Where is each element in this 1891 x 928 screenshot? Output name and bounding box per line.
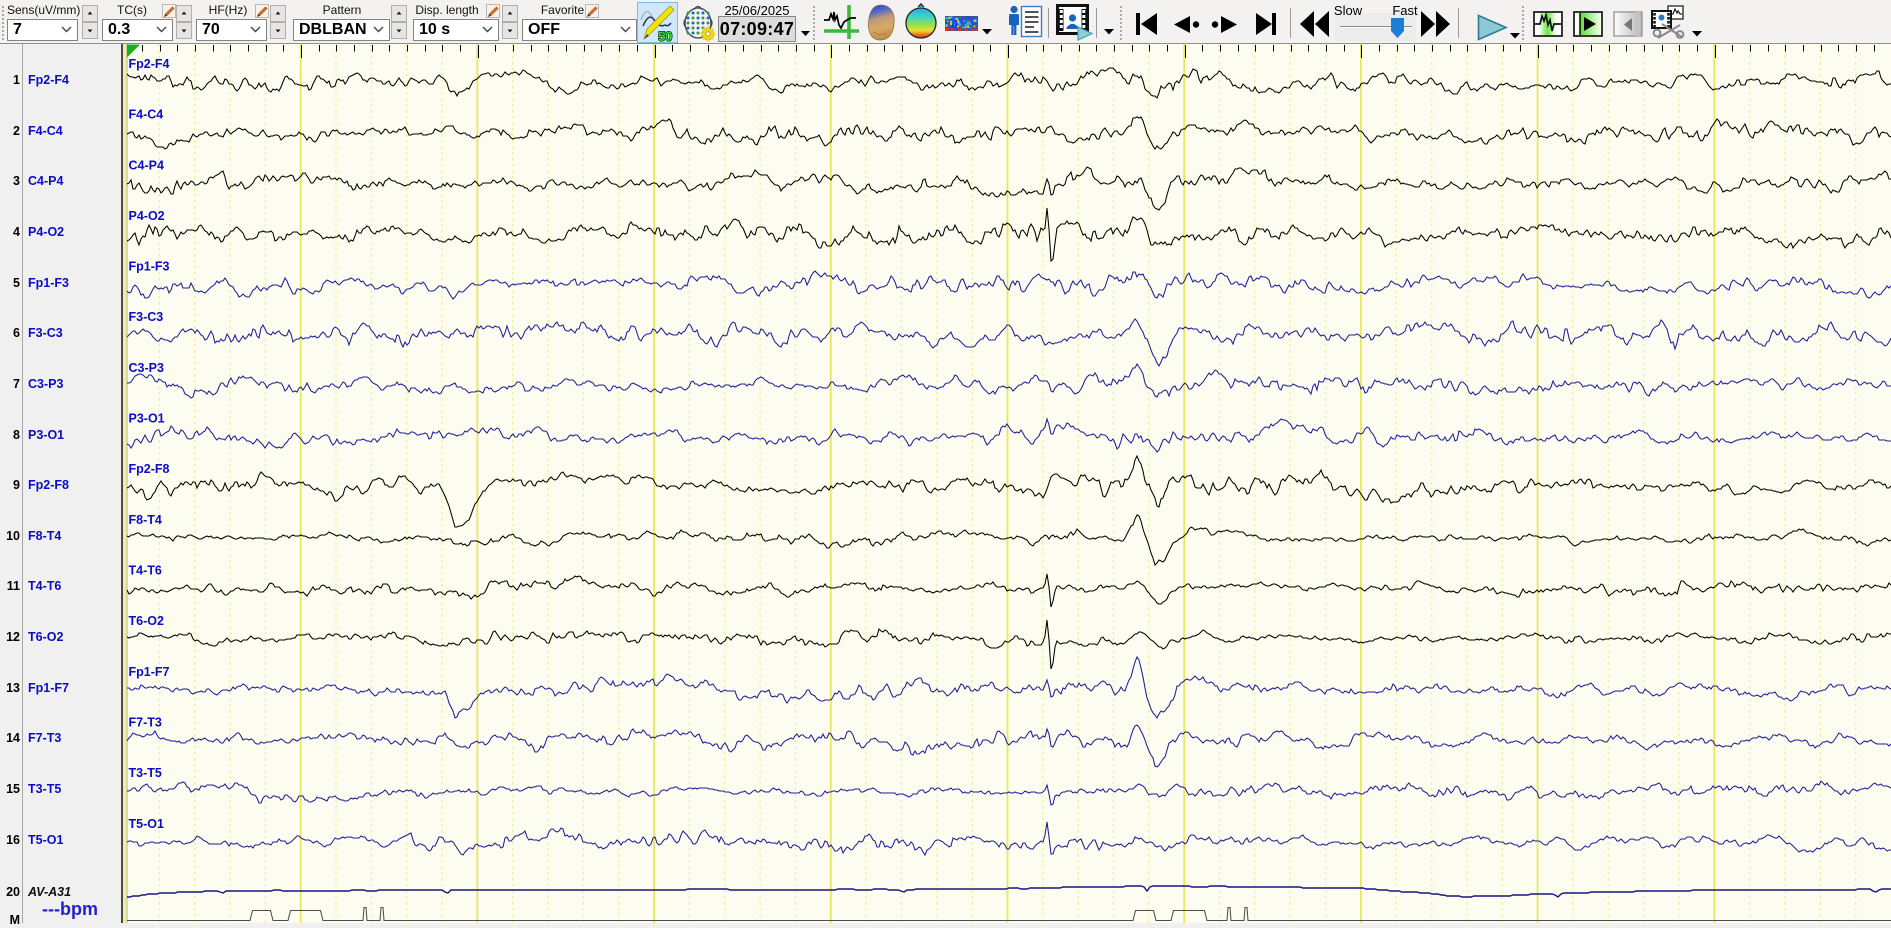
- svg-text:Fp1-F3: Fp1-F3: [129, 260, 170, 274]
- svg-text:F4-C4: F4-C4: [129, 108, 164, 122]
- svg-text:T5-O1: T5-O1: [129, 817, 164, 831]
- svg-text:F3-C3: F3-C3: [129, 310, 164, 324]
- svg-text:T6-O2: T6-O2: [129, 614, 164, 628]
- svg-text:T4-T6: T4-T6: [129, 564, 162, 578]
- svg-text:50: 50: [658, 29, 672, 42]
- svg-text:P3-O1: P3-O1: [129, 412, 165, 426]
- svg-text:F8-T4: F8-T4: [129, 513, 162, 527]
- svg-text:P4-O2: P4-O2: [129, 209, 165, 223]
- svg-text:F7-T3: F7-T3: [129, 715, 162, 729]
- svg-text:Fp2-F8: Fp2-F8: [129, 462, 170, 476]
- svg-text:Fp1-F7: Fp1-F7: [129, 665, 170, 679]
- svg-text:T3-T5: T3-T5: [129, 766, 162, 780]
- svg-text:C3-P3: C3-P3: [129, 361, 164, 375]
- svg-text:C4-P4: C4-P4: [129, 158, 164, 172]
- svg-text:Fp2-F4: Fp2-F4: [129, 57, 170, 71]
